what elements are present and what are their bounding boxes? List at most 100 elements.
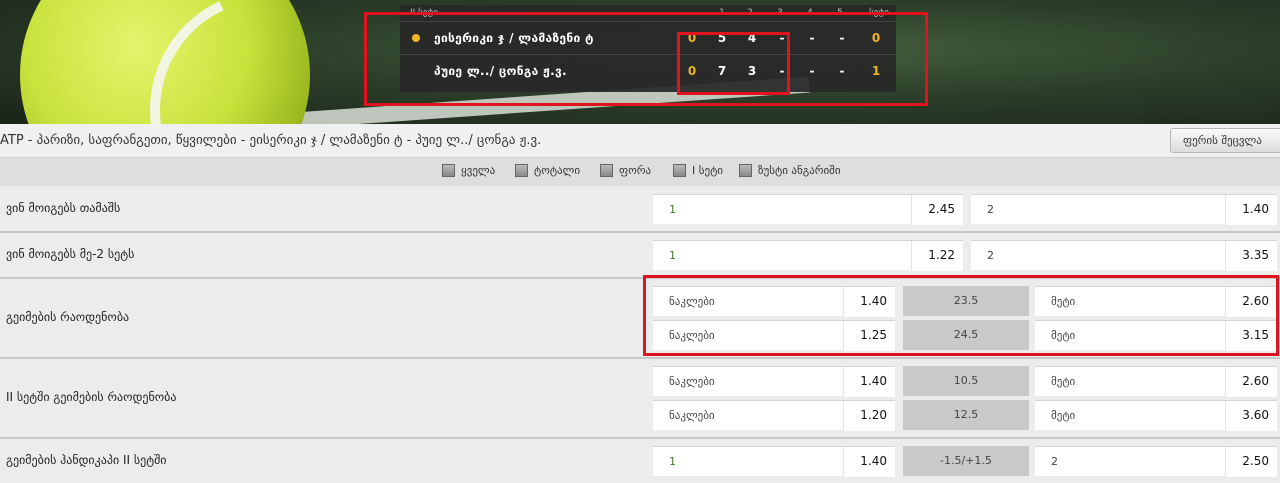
option-label: მეტი	[1051, 375, 1076, 388]
market-total-games: გეიმების რაოდენობა ნაკლები 1.40 23.5 მეტ…	[0, 279, 1280, 359]
option-label: 2	[987, 203, 994, 216]
odd-value: 3.15	[1225, 321, 1277, 351]
odd-value: 2.50	[1225, 447, 1277, 477]
market-filter-bar: ყველა ტოტალი ფორა I სეტი ზუსტი ანგარიში	[0, 158, 1280, 186]
odd-value: 2.60	[1225, 287, 1277, 317]
option-label: ნაკლები	[669, 375, 715, 388]
col-set-2: 2	[747, 8, 753, 18]
odd-option-2[interactable]: 2 3.35	[971, 240, 1277, 271]
odd-option-2[interactable]: 2 1.40	[971, 194, 1277, 225]
player-row-away: პუიე ლ../ ცონგა ჟ.ვ. 0 7 3 - - - 1	[400, 54, 896, 87]
market-second-set-total-games: II სეტში გეიმების რაოდენობა ნაკლები 1.40…	[0, 359, 1280, 439]
market-second-set-game-handicap: გეიმების ჰანდიკაპი II სეტში 1 1.40 -1.5/…	[0, 439, 1280, 483]
sets-won: 1	[871, 64, 881, 78]
option-label: ნაკლები	[669, 295, 715, 308]
option-label: 2	[1051, 455, 1058, 468]
total-line: 23.5	[903, 286, 1029, 316]
odd-value: 1.40	[843, 367, 895, 397]
odd-value: 1.22	[911, 241, 963, 271]
filter-label: ყველა	[461, 164, 496, 177]
filter-all[interactable]: ყველა	[442, 164, 495, 177]
over-option[interactable]: მეტი 2.60	[1035, 286, 1277, 317]
filter-total[interactable]: ტოტალი	[515, 164, 580, 177]
checkbox-icon[interactable]	[600, 164, 613, 177]
filter-label: I სეტი	[692, 164, 723, 177]
set-1-score: 7	[717, 64, 727, 78]
current-games: 0	[687, 31, 697, 45]
odd-value: 1.40	[843, 447, 895, 477]
under-option[interactable]: ნაკლები 1.25	[653, 320, 895, 351]
filter-label: ფორა	[619, 164, 652, 177]
set-5-score: -	[839, 31, 845, 45]
total-line: 10.5	[903, 366, 1029, 396]
col-set-3: 3	[777, 8, 783, 18]
filter-first-set[interactable]: I სეტი	[673, 164, 723, 177]
set-2-score: 3	[747, 64, 757, 78]
over-option[interactable]: მეტი 3.60	[1035, 400, 1277, 431]
filter-label: ზუსტი ანგარიში	[758, 164, 841, 177]
odd-option-1[interactable]: 1 2.45	[653, 194, 963, 225]
match-banner: II სეტი 1 2 3 4 5 სეტი ეისერიკი ჯ / ლამა…	[0, 0, 1280, 124]
current-games: 0	[687, 64, 697, 78]
odd-option-2[interactable]: 2 2.50	[1035, 446, 1277, 477]
set-5-score: -	[839, 64, 845, 78]
odd-option-1[interactable]: 1 1.40	[653, 446, 895, 477]
market-name: ვინ მოიგებს თამაშს	[6, 201, 121, 215]
market-second-set-winner: ვინ მოიგებს მე-2 სეტს 1 1.22 2 3.35	[0, 233, 1280, 279]
odd-value: 1.40	[843, 287, 895, 317]
set-4-score: -	[809, 31, 815, 45]
set-3-score: -	[779, 31, 785, 45]
odd-value: 3.60	[1225, 401, 1277, 431]
option-label: ნაკლები	[669, 409, 715, 422]
scoreboard-period: II სეტი	[410, 8, 438, 18]
under-option[interactable]: ნაკლები 1.20	[653, 400, 895, 431]
set-4-score: -	[809, 64, 815, 78]
tennis-ball-image	[20, 0, 424, 124]
over-option[interactable]: მეტი 2.60	[1035, 366, 1277, 397]
market-name: ვინ მოიგებს მე-2 სეტს	[6, 247, 135, 261]
odd-value: 2.60	[1225, 367, 1277, 397]
col-set-4: 4	[807, 8, 813, 18]
player-row-home: ეისერიკი ჯ / ლამაზენი ტ 0 5 4 - - - 0	[400, 21, 896, 54]
live-scoreboard: II სეტი 1 2 3 4 5 სეტი ეისერიკი ჯ / ლამა…	[400, 5, 896, 92]
option-label: ნაკლები	[669, 329, 715, 342]
filter-handicap[interactable]: ფორა	[600, 164, 651, 177]
checkbox-icon[interactable]	[673, 164, 686, 177]
over-option[interactable]: მეტი 3.15	[1035, 320, 1277, 351]
under-option[interactable]: ნაკლები 1.40	[653, 366, 895, 397]
player-name: პუიე ლ../ ცონგა ჟ.ვ.	[434, 64, 567, 78]
market-name: გეიმების რაოდენობა	[6, 310, 130, 324]
under-option[interactable]: ნაკლები 1.40	[653, 286, 895, 317]
col-set-1: 1	[719, 8, 725, 18]
market-name: გეიმების ჰანდიკაპი II სეტში	[6, 453, 167, 467]
event-titlebar: ATP - პარიზი, საფრანგეთი, წყვილები - ეის…	[0, 124, 1280, 158]
market-match-winner: ვინ მოიგებს თამაშს 1 2.45 2 1.40	[0, 186, 1280, 233]
breadcrumb: ATP - პარიზი, საფრანგეთი, წყვილები - ეის…	[0, 133, 542, 148]
scoreboard-header: II სეტი 1 2 3 4 5 სეტი	[400, 5, 896, 21]
option-label: მეტი	[1051, 329, 1076, 342]
odd-value: 1.40	[1225, 195, 1277, 225]
odd-value: 2.45	[911, 195, 963, 225]
option-label: 1	[669, 455, 676, 468]
change-color-button[interactable]: ფერის შეცვლა	[1170, 128, 1280, 153]
total-line: 24.5	[903, 320, 1029, 350]
odd-option-1[interactable]: 1 1.22	[653, 240, 963, 271]
checkbox-icon[interactable]	[515, 164, 528, 177]
odd-value: 3.35	[1225, 241, 1277, 271]
set-2-score: 4	[747, 31, 757, 45]
set-3-score: -	[779, 64, 785, 78]
serving-indicator-icon	[412, 34, 420, 42]
checkbox-icon[interactable]	[739, 164, 752, 177]
filter-label: ტოტალი	[534, 164, 581, 177]
option-label: 2	[987, 249, 994, 262]
option-label: მეტი	[1051, 409, 1076, 422]
total-line: 12.5	[903, 400, 1029, 430]
filter-exact-score[interactable]: ზუსტი ანგარიში	[739, 164, 841, 177]
set-1-score: 5	[717, 31, 727, 45]
player-name: ეისერიკი ჯ / ლამაზენი ტ	[434, 31, 594, 45]
col-sets: სეტი	[869, 8, 889, 18]
checkbox-icon[interactable]	[442, 164, 455, 177]
odd-value: 1.20	[843, 401, 895, 431]
sets-won: 0	[871, 31, 881, 45]
col-set-5: 5	[837, 8, 843, 18]
